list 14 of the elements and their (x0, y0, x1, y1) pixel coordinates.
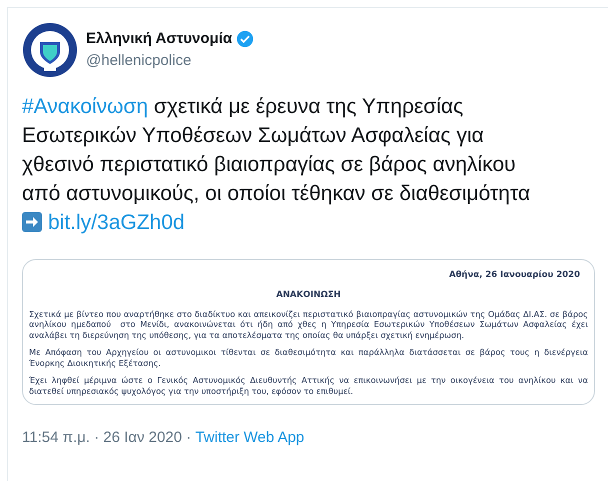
document-paragraph: Έχει ληφθεί μέριμνα ώστε ο Γενικός Αστυνομικός Διευθυντής Αττικής να επικοινωνήσει με την οικογένεια του ανηλίκου και να διατεθεί υπηρεσιακός ψυχολόγος για την υποστήριξη του, εφόσον το επιθυμεί. (29, 375, 588, 396)
document-title: ΑΝΑΚΟΙΝΩΣΗ (275, 288, 342, 302)
source-link[interactable]: Twitter Web App (195, 429, 304, 446)
account-name[interactable]: Ελληνική Αστυνομία (86, 28, 232, 50)
hashtag-link[interactable]: #Ανακοίνωση (22, 95, 148, 118)
short-link[interactable]: bit.ly/3aGZh0d (48, 211, 185, 234)
document-image[interactable] (22, 259, 595, 405)
tweet-timestamp[interactable]: 11:54 π.μ. · 26 Ιαν 2020 · (22, 429, 196, 446)
account-handle[interactable]: @hellenicpolice (86, 50, 254, 72)
document-paragraph: Σχετικά με βίντεο που αναρτήθηκε στο διαδίκτυο και απεικονίζει περιστατικό βιαιοπραγίας αστυνομικών της Ομάδας ΔΙ.ΑΣ. σε βάρος ανηλίκου ημεδαπού στο Μενίδι, ανακοινώνεται ότι ήδη από χθες η Υπηρεσία Εσωτερικών Υποθέσεων Σωμάτων Ασφαλείας έχει αναλάβει τη διερεύνηση της υπόθεσης, για τα αποτελέσματα της οποίας θα υπάρξει σχετική ενημέρωση. (29, 308, 588, 340)
document-date: Αθήνα, 26 Ιανουαρίου 2020 (448, 269, 581, 282)
document-paragraph: Με Απόφαση του Αρχηγείου οι αστυνομικοι τίθενται σε διαθεσιμότητα και παράλληλα διατάσσεται σε βάρος τους η διενέργεια Ένορκης Διοικητικής Εξέτασης. (29, 347, 588, 368)
tweet-text: #Ανακοίνωση σχετικά με έρευνα της Υπηρεσίας Εσωτερικών Υποθέσεων Σωμάτων Ασφαλείας για χθεσινό περιστατικό βιαιοπραγίας σε βάρος ανηλίκου από αστυνομικούς, οι οποίοι τέθηκαν σε διαθεσιμότητα bit.ly/3aGZh0d (22, 94, 532, 236)
police-emblem-icon[interactable] (22, 22, 78, 78)
